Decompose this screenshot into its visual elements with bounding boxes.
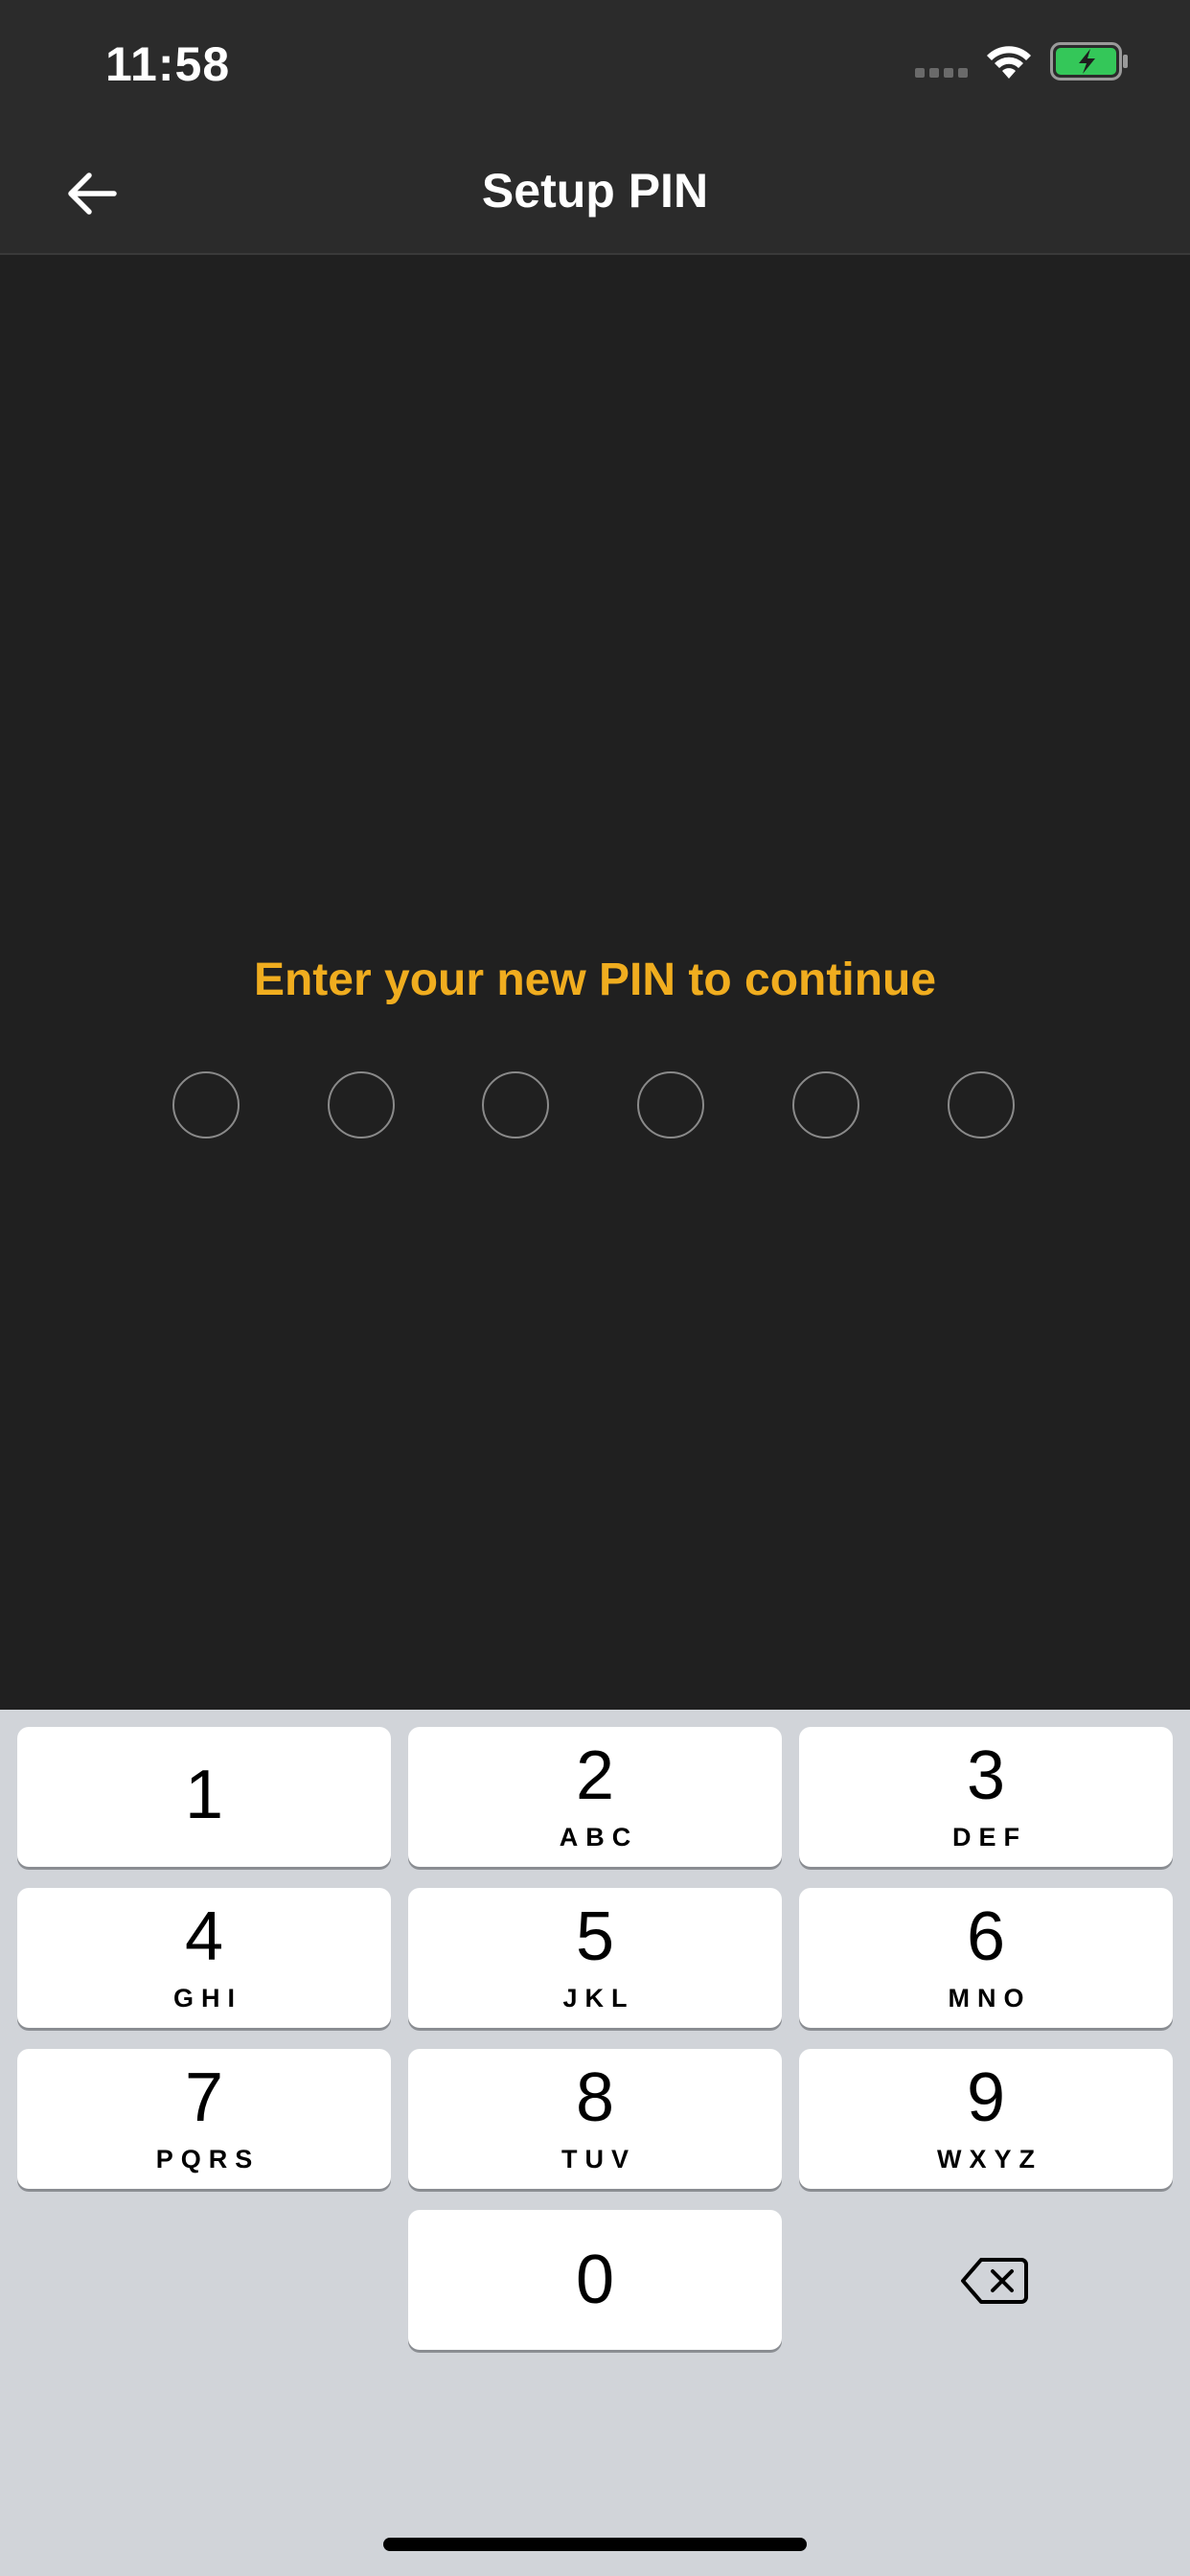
key-digit: 1	[184, 1757, 224, 1833]
key-6[interactable]: 6 MNO	[799, 1888, 1173, 2028]
pin-dot	[482, 1071, 549, 1138]
pin-prompt: Enter your new PIN to continue	[253, 954, 937, 1005]
key-digit: 3	[966, 1737, 1006, 1814]
key-letters: PQRS	[155, 2145, 261, 2174]
status-bar: 11:58	[0, 0, 1190, 128]
key-1[interactable]: 1	[17, 1727, 391, 1867]
key-digit: 8	[575, 2059, 615, 2136]
key-9[interactable]: 9 WXYZ	[799, 2049, 1173, 2189]
key-3[interactable]: 3 DEF	[799, 1727, 1173, 1867]
home-indicator[interactable]	[383, 2538, 807, 2551]
key-4[interactable]: 4 GHI	[17, 1888, 391, 2028]
pin-dot	[637, 1071, 704, 1138]
delete-button[interactable]	[918, 2233, 1071, 2329]
pin-dot	[172, 1071, 240, 1138]
pin-indicator	[0, 1071, 1190, 1142]
key-7[interactable]: 7 PQRS	[17, 2049, 391, 2189]
key-digit: 5	[575, 1898, 615, 1975]
key-digit: 4	[184, 1898, 224, 1975]
key-letters: JKL	[562, 1984, 635, 2012]
cellular-signal-icon	[915, 68, 968, 78]
key-letters: MNO	[948, 1984, 1032, 2012]
key-letters: WXYZ	[937, 2145, 1042, 2174]
pin-dot	[948, 1071, 1015, 1138]
page-title: Setup PIN	[481, 164, 709, 218]
battery-charging-icon	[1050, 42, 1128, 80]
arrow-left-icon	[68, 172, 117, 215]
key-0[interactable]: 0	[408, 2210, 782, 2350]
key-digit: 2	[575, 1737, 615, 1814]
key-8[interactable]: 8 TUV	[408, 2049, 782, 2189]
key-digit: 9	[966, 2059, 1006, 2136]
pin-dot	[328, 1071, 395, 1138]
pin-dot	[792, 1071, 859, 1138]
status-time: 11:58	[105, 37, 231, 91]
backspace-icon	[961, 2258, 1028, 2304]
key-2[interactable]: 2 ABC	[408, 1727, 782, 1867]
nav-bar: Setup PIN	[0, 128, 1190, 255]
back-button[interactable]	[54, 155, 130, 232]
key-letters: ABC	[559, 1823, 639, 1852]
key-letters: TUV	[561, 2145, 636, 2174]
key-letters: DEF	[952, 1823, 1027, 1852]
key-5[interactable]: 5 JKL	[408, 1888, 782, 2028]
key-digit: 6	[966, 1898, 1006, 1975]
wifi-icon	[987, 46, 1031, 79]
key-letters: GHI	[172, 1984, 242, 2012]
key-digit: 0	[575, 2242, 615, 2318]
key-digit: 7	[184, 2059, 224, 2136]
